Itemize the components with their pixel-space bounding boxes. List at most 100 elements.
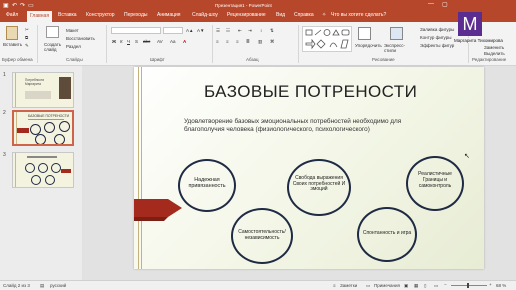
shrink-font-icon[interactable]: A▼ xyxy=(197,28,204,33)
zoom-in-icon[interactable]: + xyxy=(489,282,492,287)
increase-indent-icon[interactable]: ⇥ xyxy=(248,28,252,34)
slide-subtitle[interactable]: Удовлетворение базовых эмоциональных пот… xyxy=(184,118,439,133)
slideshow-icon[interactable]: ▭ xyxy=(434,283,438,289)
slide-thumbnail-3[interactable] xyxy=(12,152,74,188)
format-painter-icon[interactable]: ✎ xyxy=(25,43,29,49)
circle-node-expression-text: Свобода выражения Своих потребностей И э… xyxy=(292,175,346,193)
italic-icon[interactable]: К xyxy=(120,39,123,44)
strikethrough-icon[interactable]: abc xyxy=(143,39,150,44)
font-size-field[interactable] xyxy=(163,27,183,34)
copy-icon[interactable]: ⧉ xyxy=(25,35,28,40)
new-slide-icon[interactable] xyxy=(46,26,59,38)
thumb-arrow xyxy=(17,128,29,133)
shapes-gallery[interactable] xyxy=(302,26,352,52)
thumb-circle xyxy=(45,175,55,185)
select-button[interactable]: Выделить xyxy=(484,51,505,56)
zoom-level[interactable]: 68 % xyxy=(496,283,506,288)
arrange-icon[interactable] xyxy=(358,27,371,40)
zoom-out-icon[interactable]: − xyxy=(444,282,447,287)
bullets-icon[interactable]: ☰ xyxy=(216,28,220,34)
ribbon-options-icon[interactable]: ▢ xyxy=(442,1,448,8)
quick-styles-icon[interactable] xyxy=(390,27,403,40)
tab-help[interactable]: Справка xyxy=(294,12,314,18)
slide-sorter-icon[interactable]: ▦ xyxy=(414,283,418,289)
spacing-icon[interactable]: AV xyxy=(157,39,163,44)
divider xyxy=(212,25,213,63)
change-case-icon[interactable]: Aa xyxy=(170,39,176,44)
shape-fill-button[interactable]: Заливка фигуры xyxy=(420,27,454,32)
line-spacing-icon[interactable]: ↕ xyxy=(260,28,262,33)
align-right-icon[interactable]: ≡ xyxy=(236,39,239,44)
reset-button[interactable]: Восстановить xyxy=(66,36,95,41)
thumb-arrow xyxy=(61,169,71,173)
user-avatar[interactable]: M xyxy=(458,12,482,36)
language-indicator[interactable]: русский xyxy=(50,283,66,288)
thumb-circle xyxy=(38,163,48,173)
replace-button[interactable]: Заменить xyxy=(484,45,504,50)
grow-font-icon[interactable]: A▲ xyxy=(186,28,193,33)
tab-file[interactable]: Файл xyxy=(6,12,18,18)
arrange-button[interactable]: Упорядочить xyxy=(355,43,382,48)
reading-view-icon[interactable]: ▯ xyxy=(424,283,426,289)
red-arrow-shape[interactable] xyxy=(134,193,186,223)
thumb-circle xyxy=(51,163,61,173)
slide-thumbnail-panel: 1 Потребности Маргарита 2 БАЗОВЫЕ ПОТРЕН… xyxy=(0,66,82,280)
shadow-icon[interactable]: S xyxy=(135,39,138,44)
paste-button[interactable]: Вставить xyxy=(3,42,22,47)
tab-view[interactable]: Вид xyxy=(276,12,285,18)
smartart-icon[interactable]: ⌘ xyxy=(270,39,275,45)
tab-slideshow[interactable]: Слайд-шоу xyxy=(192,12,218,18)
comments-button[interactable]: Примечания xyxy=(374,283,400,288)
save-icon[interactable]: ▣ xyxy=(3,2,9,9)
shape-outline-button[interactable]: Контур фигуры xyxy=(420,35,451,40)
group-font-label: Шрифт xyxy=(150,57,165,62)
align-left-icon[interactable]: ≡ xyxy=(216,39,219,44)
tab-insert[interactable]: Вставка xyxy=(58,12,77,18)
layout-button[interactable]: Макет xyxy=(66,28,79,33)
thumb-circle xyxy=(35,134,46,144)
justify-icon[interactable]: ≣ xyxy=(246,39,250,45)
paste-icon[interactable] xyxy=(6,26,18,40)
cut-icon[interactable]: ✂ xyxy=(25,27,29,33)
minimize-icon[interactable]: — xyxy=(428,1,434,7)
normal-view-icon[interactable]: ▣ xyxy=(404,283,408,289)
redo-icon[interactable]: ↷ xyxy=(20,2,25,9)
tab-design[interactable]: Конструктор xyxy=(86,12,115,18)
bold-icon[interactable]: Ж xyxy=(112,39,116,44)
decrease-indent-icon[interactable]: ⇤ xyxy=(238,28,242,34)
numbering-icon[interactable]: ☷ xyxy=(226,28,230,34)
thumb-circle xyxy=(31,175,41,185)
shape-effects-button[interactable]: Эффекты фигур xyxy=(420,43,454,48)
slideshow-start-icon[interactable]: ▭ xyxy=(28,2,34,9)
spellcheck-icon[interactable]: ▤ xyxy=(40,283,44,289)
slide-title[interactable]: БАЗОВЫЕ ПОТРЕНОСТИ xyxy=(204,82,417,102)
quick-styles-button[interactable]: Экспресс-стили xyxy=(384,43,410,53)
section-button[interactable]: Раздел xyxy=(66,44,81,49)
slide-canvas[interactable]: БАЗОВЫЕ ПОТРЕНОСТИ Удовлетворение базовы… xyxy=(134,67,484,269)
thumb-circle xyxy=(44,122,55,133)
text-direction-icon[interactable]: ⇅ xyxy=(270,28,274,34)
comments-icon[interactable]: ▭ xyxy=(366,283,370,289)
slide-thumbnail-1[interactable]: Потребности Маргарита xyxy=(12,72,74,108)
slide-counter: Слайд 2 из 3 xyxy=(3,283,30,288)
font-name-field[interactable] xyxy=(111,27,161,34)
zoom-slider[interactable] xyxy=(451,285,487,286)
divider xyxy=(37,25,38,63)
font-color-icon[interactable]: A xyxy=(183,39,186,44)
tab-transitions[interactable]: Переходы xyxy=(124,12,147,18)
tell-me-search[interactable]: Что вы хотите сделать? xyxy=(331,12,386,18)
columns-icon[interactable]: ▥ xyxy=(258,39,262,45)
align-center-icon[interactable]: ≡ xyxy=(226,39,229,44)
user-name: Маргарита Тихомирова xyxy=(454,38,503,43)
thumb-circle xyxy=(59,121,70,132)
slide-thumbnail-2[interactable]: БАЗОВЫЕ ПОТРЕНОСТИ xyxy=(12,110,74,146)
tab-review[interactable]: Рецензирование xyxy=(227,12,266,18)
tab-home[interactable]: Главная xyxy=(27,11,53,22)
zoom-slider-thumb[interactable] xyxy=(467,283,469,288)
new-slide-button[interactable]: Создать слайд xyxy=(44,42,62,52)
notes-icon[interactable]: ≡ xyxy=(333,283,336,288)
undo-icon[interactable]: ↶ xyxy=(12,2,17,9)
underline-icon[interactable]: Ч xyxy=(127,39,130,44)
notes-button[interactable]: Заметки xyxy=(340,283,357,288)
tab-animations[interactable]: Анимация xyxy=(157,12,180,18)
